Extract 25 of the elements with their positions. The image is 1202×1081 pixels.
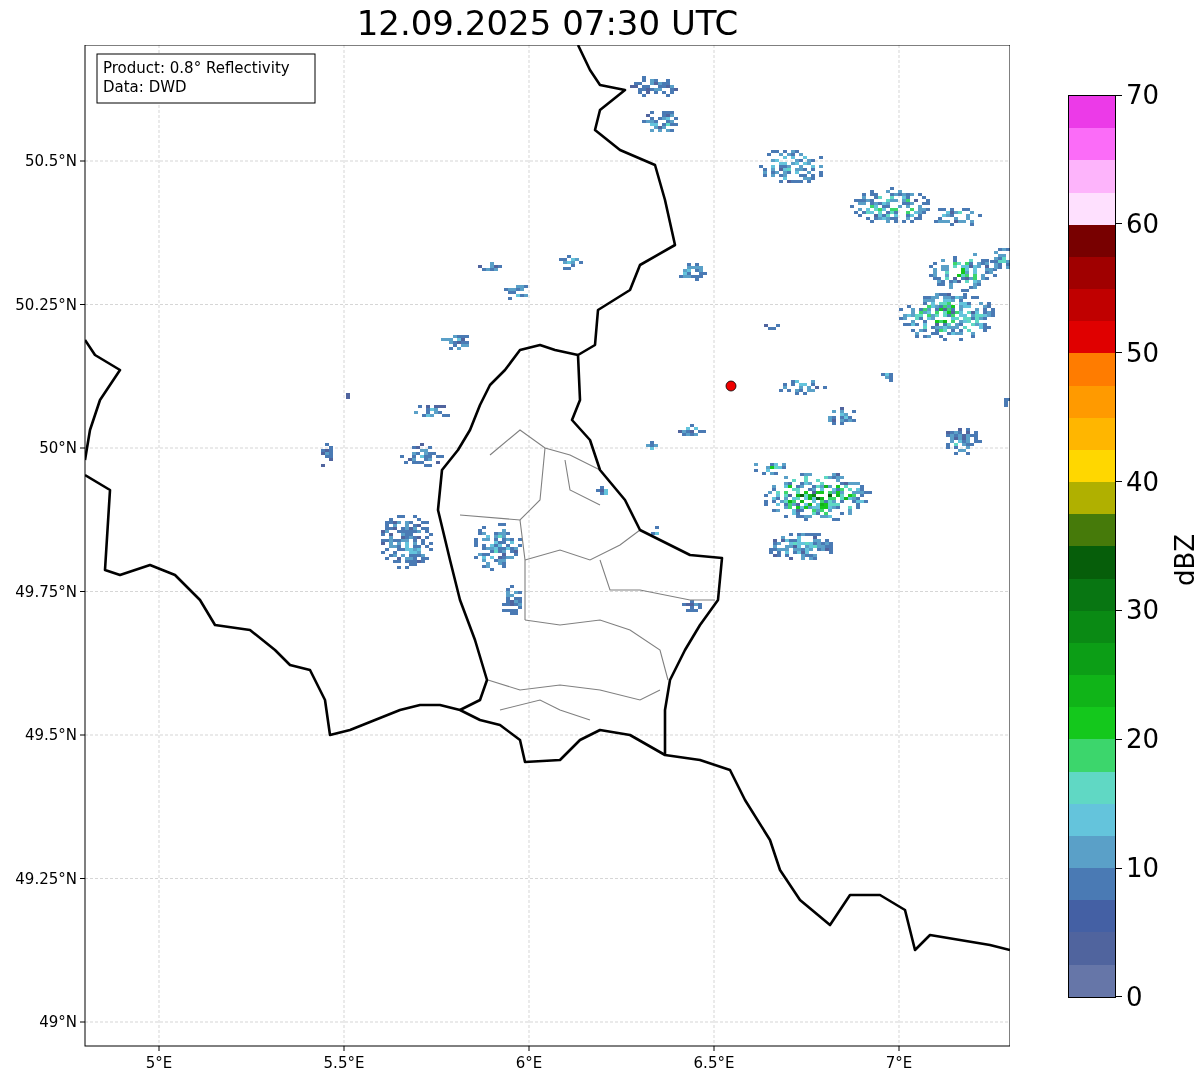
longitude-label: 6.5°E bbox=[693, 1054, 735, 1072]
legend-text: Product: 0.8° Reflectivity bbox=[103, 59, 290, 77]
latitude-label: 50.5°N bbox=[24, 152, 77, 170]
colorbar-tick-label: 70 bbox=[1126, 80, 1160, 110]
colorbar-tick-label: 10 bbox=[1126, 853, 1160, 884]
latitude-label: 49.25°N bbox=[15, 869, 77, 888]
longitude-label: 6°E bbox=[515, 1054, 543, 1072]
latitude-label: 50°N bbox=[39, 439, 77, 457]
colorbar-label: dBZ bbox=[1170, 533, 1201, 587]
latitude-label: 50.25°N bbox=[15, 295, 77, 314]
colorbar-tick-label: 40 bbox=[1126, 466, 1160, 497]
latitude-label: 49.5°N bbox=[24, 726, 77, 744]
latitude-label: 49°N bbox=[39, 1013, 77, 1031]
colorbar-tick-label: 50 bbox=[1126, 337, 1160, 368]
colorbar-tick-label: 0 bbox=[1126, 981, 1143, 1012]
colorbar-tick-label: 20 bbox=[1126, 724, 1160, 755]
longitude-label: 7°E bbox=[885, 1054, 913, 1072]
colorbar-tick-label: 30 bbox=[1126, 595, 1160, 626]
longitude-label: 5.5°E bbox=[323, 1054, 365, 1072]
latitude-label: 49.75°N bbox=[15, 582, 77, 601]
legend-text: Data: DWD bbox=[103, 78, 187, 96]
map-title: 12.09.2025 07:30 UTC bbox=[356, 2, 739, 43]
longitude-label: 5°E bbox=[145, 1054, 173, 1072]
radar-site-marker bbox=[725, 380, 737, 392]
colorbar-tick-label: 60 bbox=[1126, 208, 1160, 239]
